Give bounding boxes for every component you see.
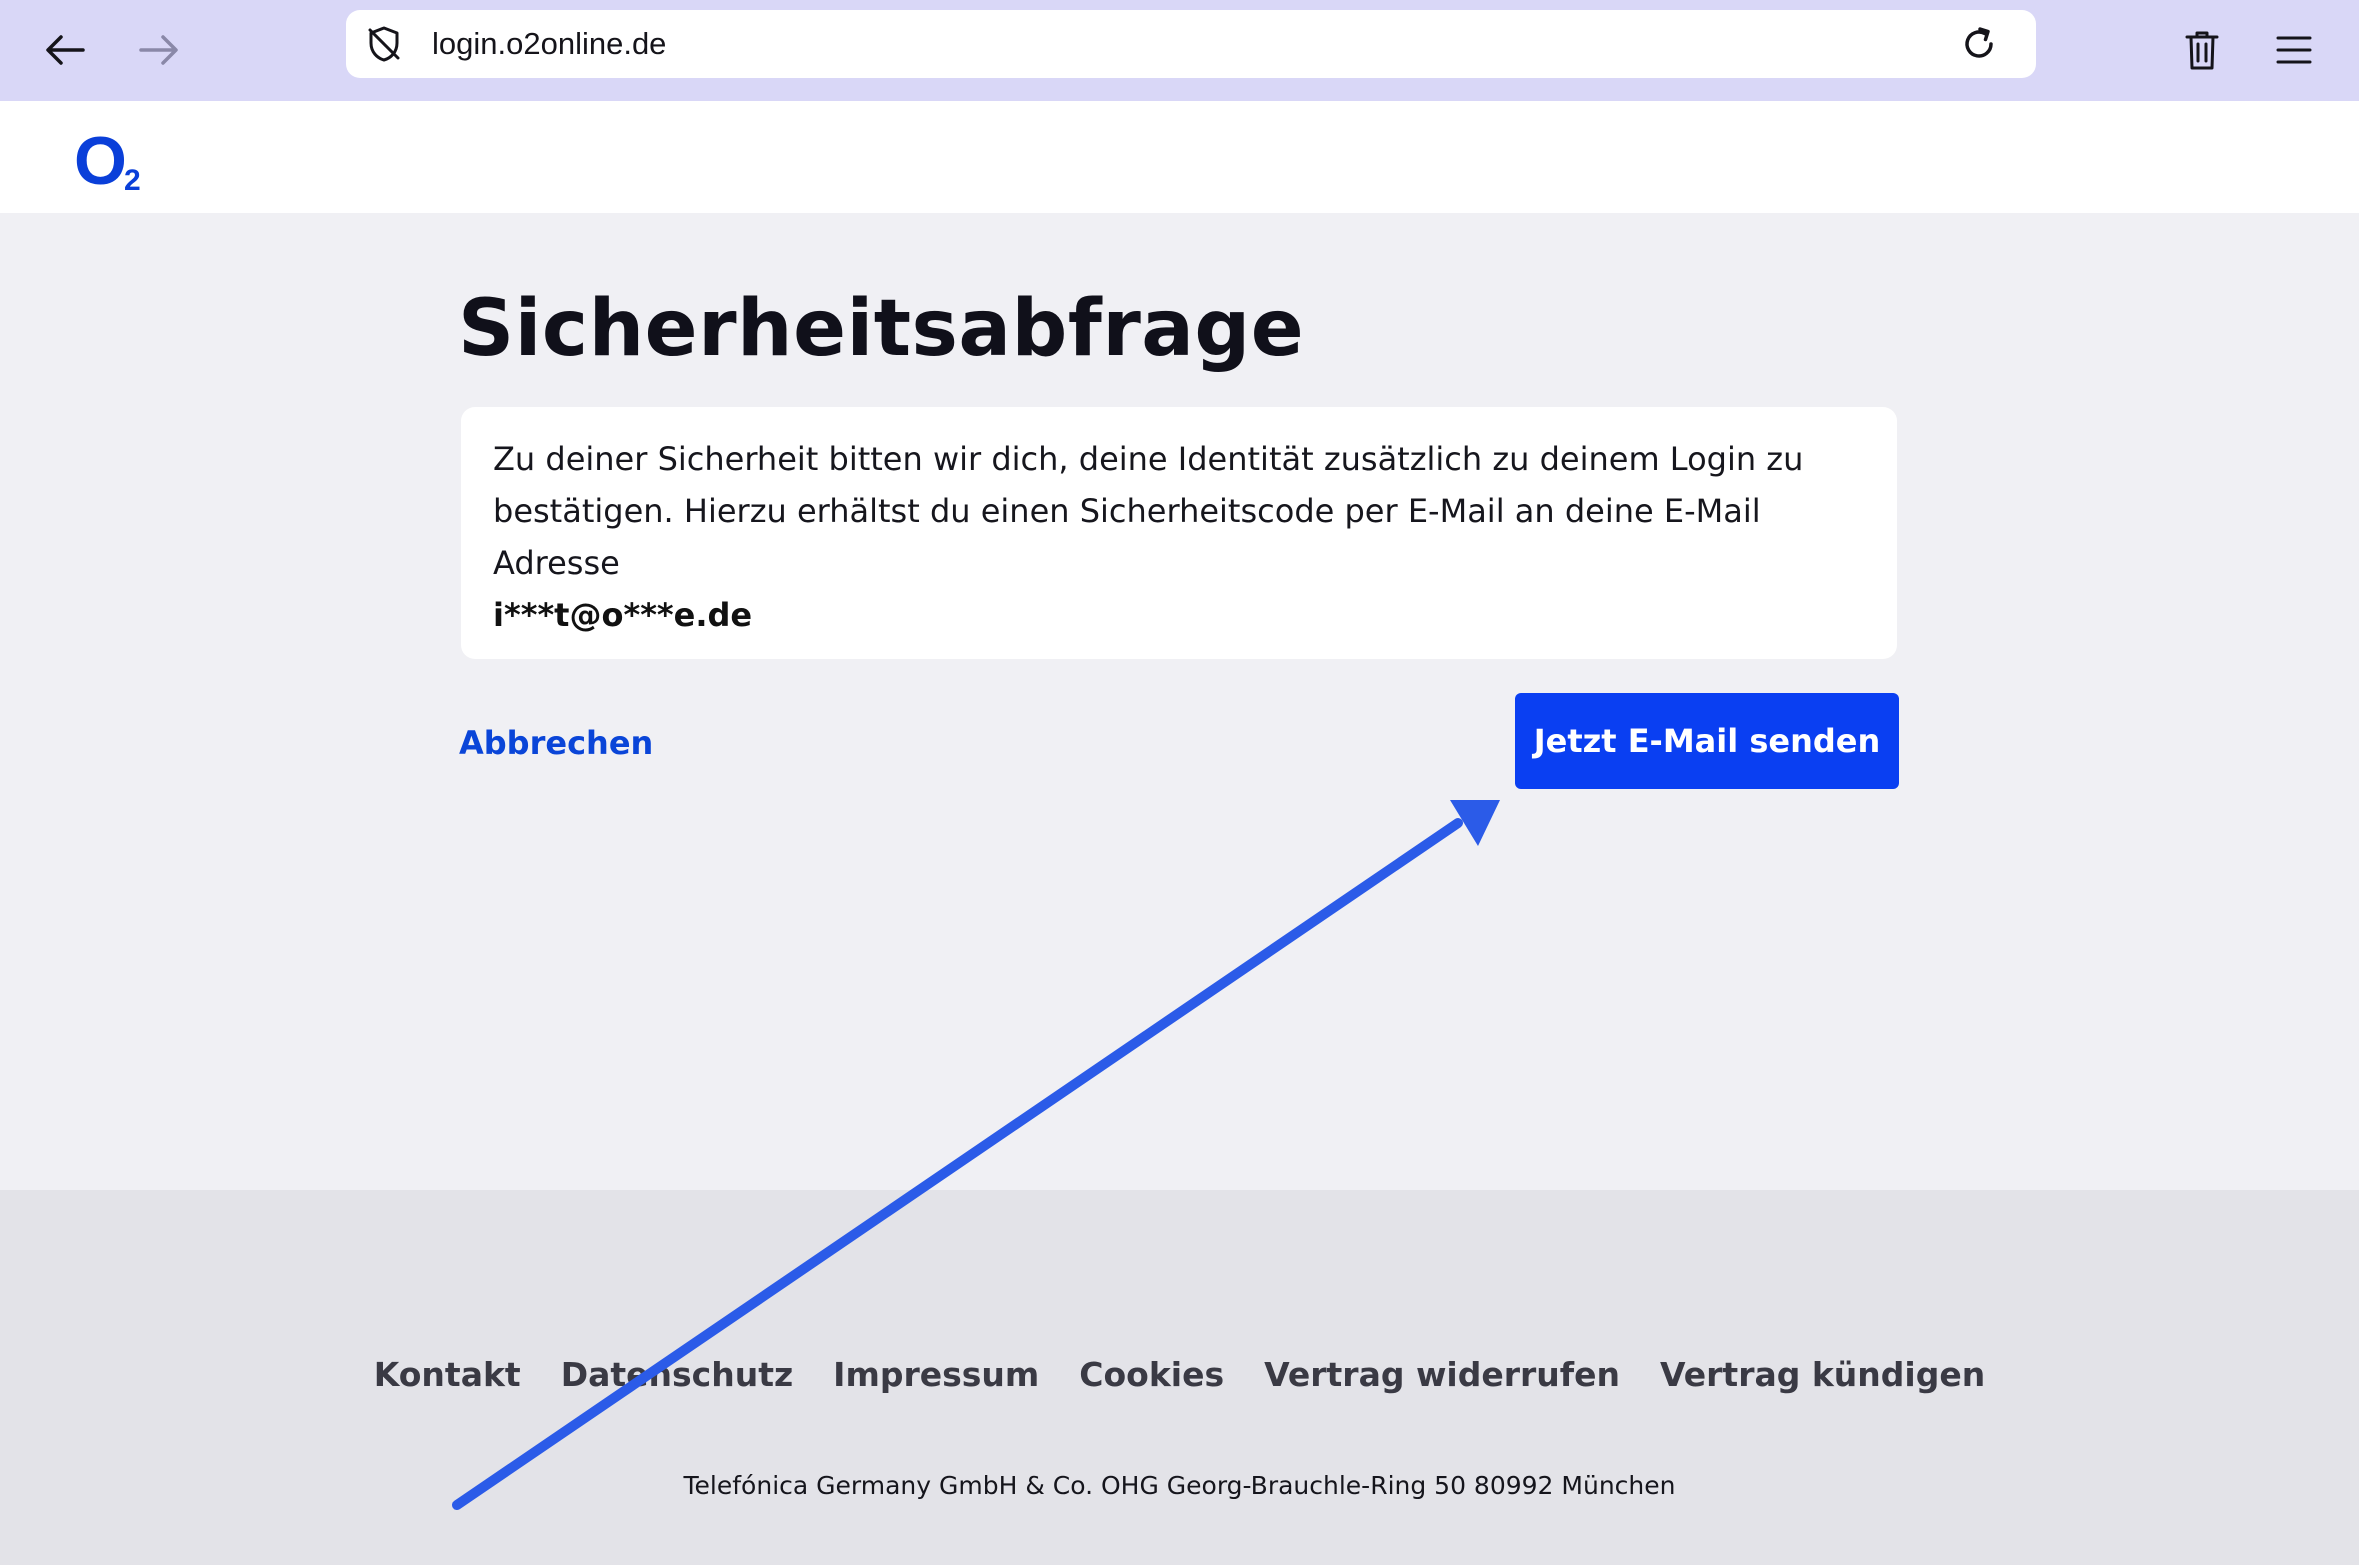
footer-link-vertrag-widerrufen[interactable]: Vertrag widerrufen — [1264, 1350, 1620, 1400]
browser-toolbar: login.o2online.de — [0, 0, 2359, 101]
footer-link-kontakt[interactable]: Kontakt — [374, 1350, 521, 1400]
logo-letter-o: O — [74, 123, 127, 199]
site-header: O 2 — [0, 101, 2359, 213]
info-card: Zu deiner Sicherheit bitten wir dich, de… — [461, 407, 1897, 659]
company-address: Telefónica Germany GmbH & Co. OHG Georg-… — [683, 1471, 1676, 1500]
site-footer: Kontakt Datenschutz Impressum Cookies Ve… — [0, 1190, 2359, 1565]
address-bar[interactable]: login.o2online.de — [346, 10, 2036, 78]
shield-icon[interactable] — [364, 24, 404, 64]
forward-button[interactable] — [129, 20, 189, 80]
footer-link-cookies[interactable]: Cookies — [1079, 1350, 1224, 1400]
security-message: Zu deiner Sicherheit bitten wir dich, de… — [493, 440, 1804, 582]
back-button[interactable] — [35, 20, 95, 80]
menu-button[interactable] — [2264, 20, 2324, 80]
cancel-link[interactable]: Abbrechen — [459, 717, 653, 769]
footer-links: Kontakt Datenschutz Impressum Cookies Ve… — [0, 1350, 2359, 1400]
logo-digit-2: 2 — [124, 164, 141, 197]
masked-email: i***t@o***e.de — [493, 596, 753, 634]
trash-icon — [2185, 31, 2219, 70]
footer-link-vertrag-kuendigen[interactable]: Vertrag kündigen — [1660, 1350, 1985, 1400]
page-title: Sicherheitsabfrage — [458, 284, 1305, 374]
footer-link-datenschutz[interactable]: Datenschutz — [561, 1350, 793, 1400]
send-email-button[interactable]: Jetzt E-Mail senden — [1515, 693, 1899, 789]
url-text[interactable]: login.o2online.de — [432, 10, 666, 78]
arrow-left-icon — [46, 35, 85, 65]
arrow-right-icon — [139, 35, 178, 65]
delete-button[interactable] — [2172, 20, 2232, 80]
footer-link-impressum[interactable]: Impressum — [833, 1350, 1039, 1400]
main-content: Sicherheitsabfrage Zu deiner Sicherheit … — [0, 213, 2359, 1190]
hamburger-menu-icon — [2276, 36, 2312, 64]
reload-icon[interactable] — [1958, 23, 2000, 65]
